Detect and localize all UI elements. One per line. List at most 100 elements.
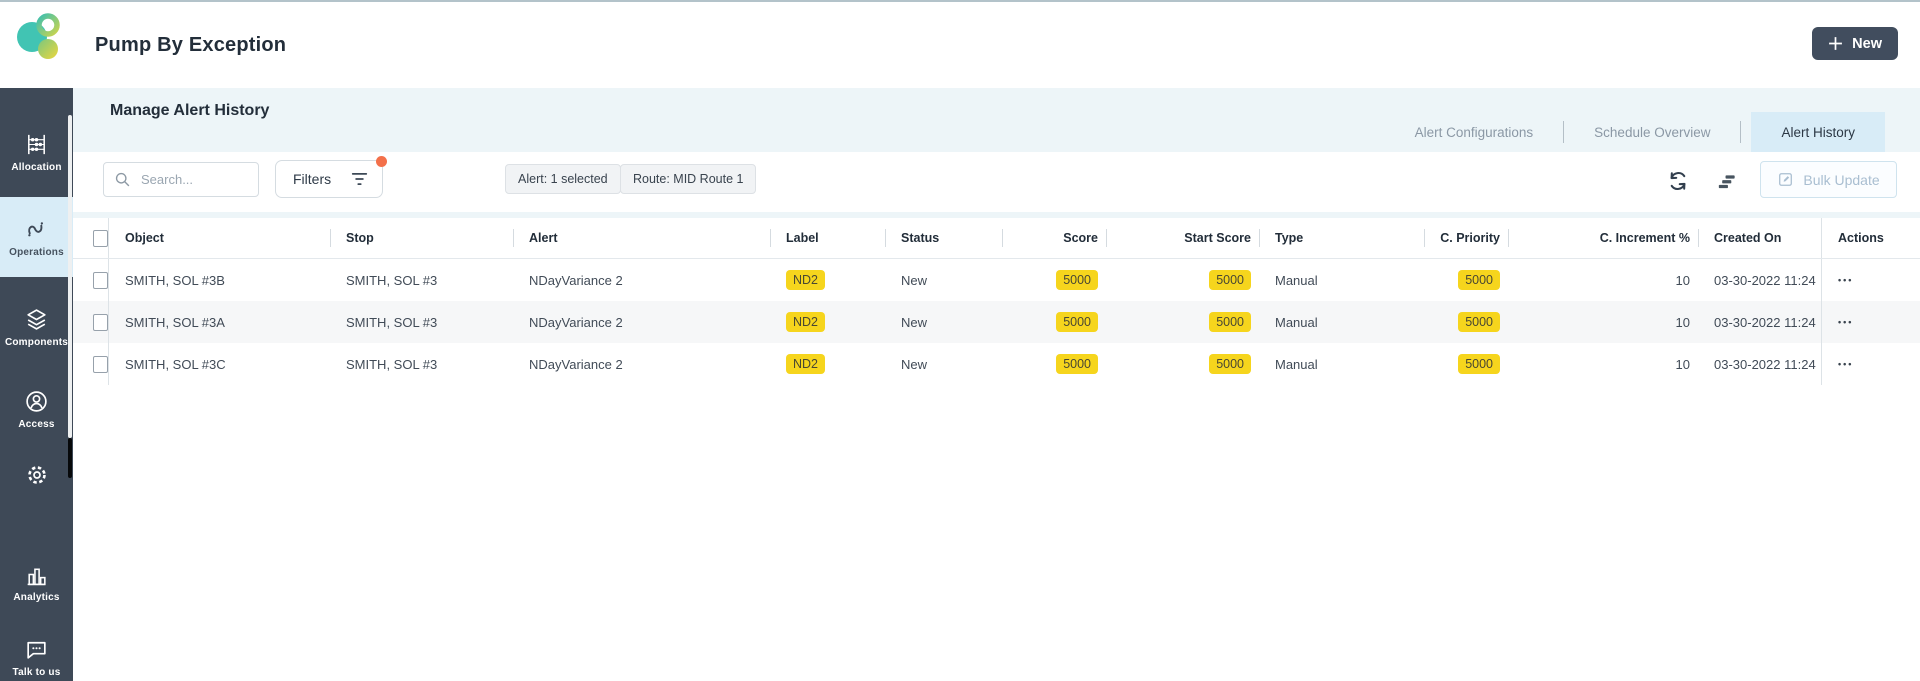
alert-history-table: Object Stop Alert Label Status Score Sta… [73, 218, 1920, 681]
sidebar-scrollbar-thumb[interactable] [68, 115, 72, 438]
bulk-update-label: Bulk Update [1803, 172, 1879, 188]
bar-chart-icon [24, 562, 49, 587]
cell-created-on: 03-30-2022 11:24 [1698, 343, 1821, 385]
top-bar: Pump By Exception New [0, 2, 1920, 89]
main-content: Manage Alert History Alert Configuration… [73, 88, 1920, 681]
row-actions-button[interactable]: ••• [1838, 275, 1853, 285]
section-heading: Manage Alert History [110, 102, 269, 120]
filter-active-dot [376, 156, 387, 167]
start-score-badge: 5000 [1209, 270, 1251, 291]
row-checkbox[interactable] [93, 356, 108, 373]
pump-squiggle-icon [24, 217, 49, 242]
row-actions-button[interactable]: ••• [1838, 317, 1853, 327]
c-priority-badge: 5000 [1458, 312, 1500, 333]
cell-status: New [885, 343, 1002, 385]
filter-chip-alert[interactable]: Alert: 1 selected [505, 164, 621, 194]
c-priority-badge: 5000 [1458, 354, 1500, 375]
col-header-type: Type [1259, 218, 1424, 258]
search-box [103, 162, 259, 197]
col-header-alert: Alert [513, 218, 770, 258]
cell-c-increment: 10 [1508, 301, 1698, 343]
edit-square-icon [1777, 171, 1794, 188]
cell-type: Manual [1259, 259, 1424, 301]
col-header-status: Status [885, 218, 1002, 258]
tab-alert-configurations[interactable]: Alert Configurations [1395, 112, 1554, 152]
label-badge: ND2 [786, 354, 825, 375]
page-title: Pump By Exception [95, 2, 286, 88]
filter-funnel-icon [351, 172, 368, 186]
row-checkbox[interactable] [93, 272, 108, 289]
cell-created-on: 03-30-2022 11:24 [1698, 301, 1821, 343]
filters-button[interactable]: Filters [275, 160, 383, 198]
cell-status: New [885, 301, 1002, 343]
abacus-icon [24, 132, 49, 157]
sidebar-item-label: Components [5, 337, 68, 348]
label-badge: ND2 [786, 270, 825, 291]
cell-stop: SMITH, SOL #3 [330, 343, 513, 385]
c-priority-badge: 5000 [1458, 270, 1500, 291]
sidebar-item-components[interactable]: Components [0, 301, 73, 353]
sidebar-item-label: Analytics [13, 592, 59, 603]
bulk-update-button[interactable]: Bulk Update [1760, 161, 1897, 198]
sidebar-item-operations[interactable]: Operations [0, 197, 73, 277]
start-score-badge: 5000 [1209, 354, 1251, 375]
cell-stop: SMITH, SOL #3 [330, 259, 513, 301]
filter-chip-route[interactable]: Route: MID Route 1 [620, 164, 756, 194]
col-header-created-on: Created On [1698, 218, 1821, 258]
sidebar-item-label: Allocation [11, 162, 61, 173]
sidebar-item-allocation[interactable]: Allocation [0, 126, 73, 178]
score-badge: 5000 [1056, 354, 1098, 375]
col-header-object: Object [108, 218, 330, 258]
sidebar-item-access[interactable]: Access [0, 383, 73, 435]
search-icon [114, 171, 131, 188]
person-circle-icon [24, 389, 49, 414]
tab-divider [1740, 121, 1741, 143]
tab-schedule-overview[interactable]: Schedule Overview [1574, 112, 1730, 152]
sidebar-item-analytics[interactable]: Analytics [0, 556, 73, 608]
cell-alert: NDayVariance 2 [513, 301, 770, 343]
new-button[interactable]: New [1812, 27, 1898, 60]
col-header-c-priority: C. Priority [1424, 218, 1508, 258]
new-button-label: New [1852, 36, 1882, 52]
label-badge: ND2 [786, 312, 825, 333]
row-checkbox[interactable] [93, 314, 108, 331]
cell-object: SMITH, SOL #3A [108, 301, 330, 343]
table-row: SMITH, SOL #3B SMITH, SOL #3 NDayVarianc… [73, 259, 1920, 301]
stacked-bars-icon [1715, 171, 1738, 194]
row-actions-button[interactable]: ••• [1838, 359, 1853, 369]
cell-type: Manual [1259, 301, 1424, 343]
sidebar-item-settings[interactable] [0, 461, 73, 493]
col-header-actions: Actions [1821, 218, 1920, 258]
cell-status: New [885, 259, 1002, 301]
tab-divider [1563, 121, 1564, 143]
cell-alert: NDayVariance 2 [513, 259, 770, 301]
tab-alert-history[interactable]: Alert History [1751, 112, 1885, 152]
cell-object: SMITH, SOL #3B [108, 259, 330, 301]
sidebar-item-label: Talk to us [13, 667, 61, 678]
cell-c-increment: 10 [1508, 259, 1698, 301]
score-badge: 5000 [1056, 312, 1098, 333]
sidebar-item-label: Access [18, 419, 54, 430]
col-header-start-score: Start Score [1106, 218, 1259, 258]
stacked-bars-button[interactable] [1715, 171, 1738, 194]
refresh-icon [1665, 168, 1691, 194]
col-header-c-increment: C. Increment % [1508, 218, 1698, 258]
sidebar-item-label: Operations [9, 247, 64, 258]
col-header-score: Score [1002, 218, 1106, 258]
cell-stop: SMITH, SOL #3 [330, 301, 513, 343]
table-toolbar: Filters Alert: 1 selected Route: MID Rou… [73, 152, 1920, 212]
refresh-button[interactable] [1665, 168, 1691, 194]
start-score-badge: 5000 [1209, 312, 1251, 333]
table-header-row: Object Stop Alert Label Status Score Sta… [73, 218, 1920, 259]
col-header-label: Label [770, 218, 885, 258]
cell-alert: NDayVariance 2 [513, 343, 770, 385]
search-input[interactable] [139, 171, 258, 188]
filters-label: Filters [293, 171, 331, 187]
gear-icon [25, 463, 49, 487]
sidebar-item-talk-to-us[interactable]: Talk to us [0, 633, 73, 681]
sidebar-scrollbar-track[interactable] [68, 438, 72, 478]
select-all-checkbox[interactable] [93, 230, 108, 247]
score-badge: 5000 [1056, 270, 1098, 291]
tab-bar: Alert Configurations Schedule Overview A… [1395, 112, 1885, 152]
table-row: SMITH, SOL #3A SMITH, SOL #3 NDayVarianc… [73, 301, 1920, 343]
